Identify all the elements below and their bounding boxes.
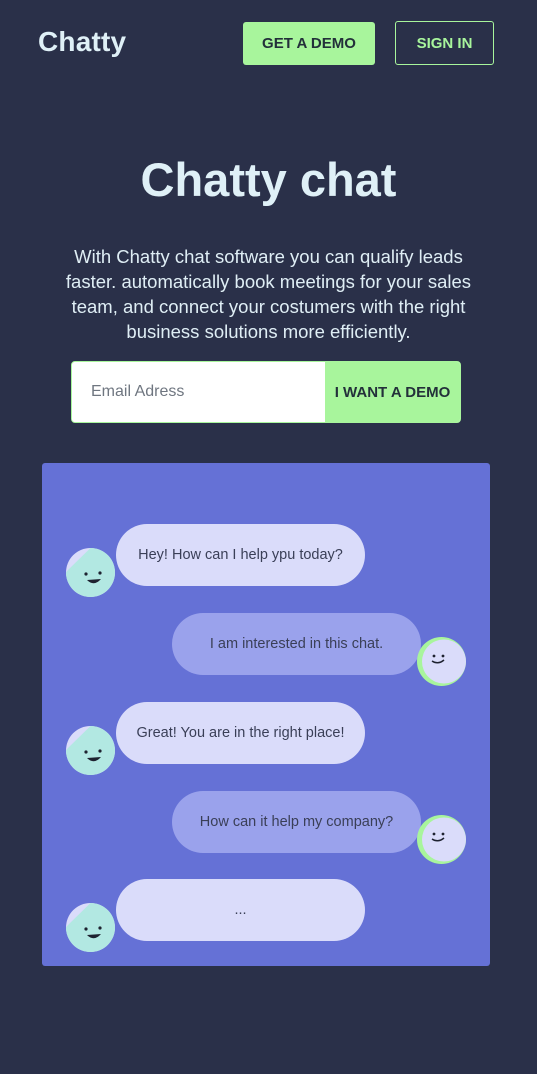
chat-message-bot-typing: ... bbox=[116, 879, 365, 941]
bot-smiley-avatar-icon bbox=[66, 903, 115, 952]
chat-message-bot: Great! You are in the right place! bbox=[116, 702, 365, 764]
get-demo-button[interactable]: GET A DEMO bbox=[243, 22, 375, 65]
demo-request-form: I WANT A DEMO bbox=[71, 361, 461, 423]
bot-smiley-avatar-icon bbox=[66, 548, 115, 597]
chat-message-user: How can it help my company? bbox=[172, 791, 421, 853]
email-input[interactable] bbox=[72, 362, 325, 422]
hero-subtitle: With Chatty chat software you can qualif… bbox=[65, 246, 472, 342]
user-smiley-avatar-icon bbox=[417, 815, 466, 864]
bot-smiley-avatar-icon bbox=[66, 726, 115, 775]
hero-title: Chatty chat bbox=[140, 153, 397, 206]
chat-message-bot: Hey! How can I help ypu today? bbox=[116, 524, 365, 586]
chat-preview-panel: Hey! How can I help ypu today? I am inte… bbox=[42, 463, 490, 966]
user-smiley-avatar-icon bbox=[417, 637, 466, 686]
sign-in-button[interactable]: SIGN IN bbox=[395, 21, 494, 65]
brand-logo[interactable]: Chatty bbox=[38, 26, 126, 58]
chat-message-user: I am interested in this chat. bbox=[172, 613, 421, 675]
want-demo-button[interactable]: I WANT A DEMO bbox=[325, 362, 460, 422]
